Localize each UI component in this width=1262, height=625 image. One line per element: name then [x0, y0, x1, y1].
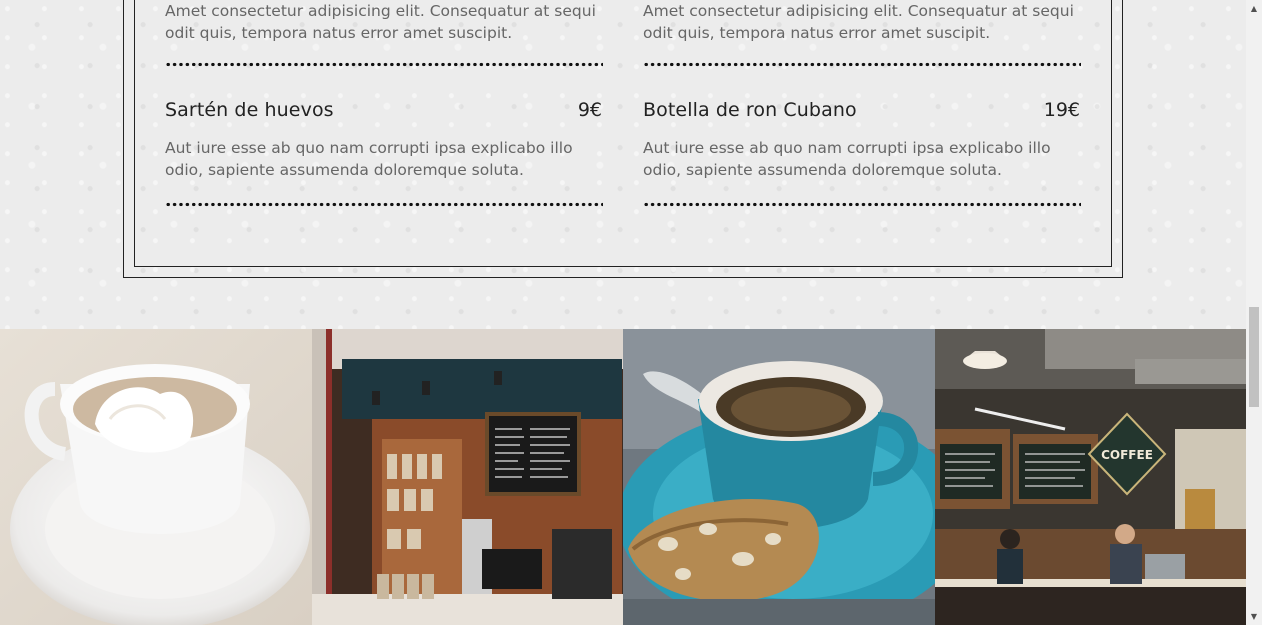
menu-item: Amet consectetur adipisicing elit. Conse…	[643, 0, 1080, 44]
dotted-divider	[165, 62, 603, 67]
coffee-sign-text: COFFEE	[1101, 448, 1153, 462]
dotted-divider	[643, 62, 1081, 67]
menu-item-title: Botella de ron Cubano	[643, 99, 857, 121]
gallery-image-coffee-counter	[312, 329, 623, 625]
scroll-up-arrow[interactable]: ▲	[1246, 0, 1262, 17]
menu-item: Sartén de huevos 9€ Aut iure esse ab quo…	[165, 99, 602, 181]
menu-item-description: Amet consectetur adipisicing elit. Conse…	[165, 2, 596, 42]
menu-item-description: Amet consectetur adipisicing elit. Conse…	[643, 2, 1074, 42]
gallery-image-cafe-interior: COFFEE	[935, 329, 1246, 625]
gallery-image-cup-cream	[0, 329, 312, 625]
menu-item-description: Aut iure esse ab quo nam corrupti ipsa e…	[165, 139, 573, 179]
page-viewport: Amet consectetur adipisicing elit. Conse…	[0, 0, 1246, 625]
menu-item-description: Aut iure esse ab quo nam corrupti ipsa e…	[643, 139, 1051, 179]
photo-gallery: COFFEE	[0, 329, 1246, 625]
dotted-divider	[165, 202, 603, 207]
menu-item-price: 19€	[1043, 99, 1080, 121]
menu-item: Botella de ron Cubano 19€ Aut iure esse …	[643, 99, 1080, 181]
scroll-down-arrow[interactable]: ▼	[1246, 608, 1262, 625]
menu-item-title: Sartén de huevos	[165, 99, 334, 121]
menu-item: Amet consectetur adipisicing elit. Conse…	[165, 0, 602, 44]
dotted-divider	[643, 202, 1081, 207]
gallery-image-blue-cup	[623, 329, 935, 625]
scroll-thumb[interactable]	[1249, 307, 1259, 407]
scrollbar[interactable]: ▲ ▼	[1246, 0, 1262, 625]
menu-item-price: 9€	[577, 99, 602, 121]
